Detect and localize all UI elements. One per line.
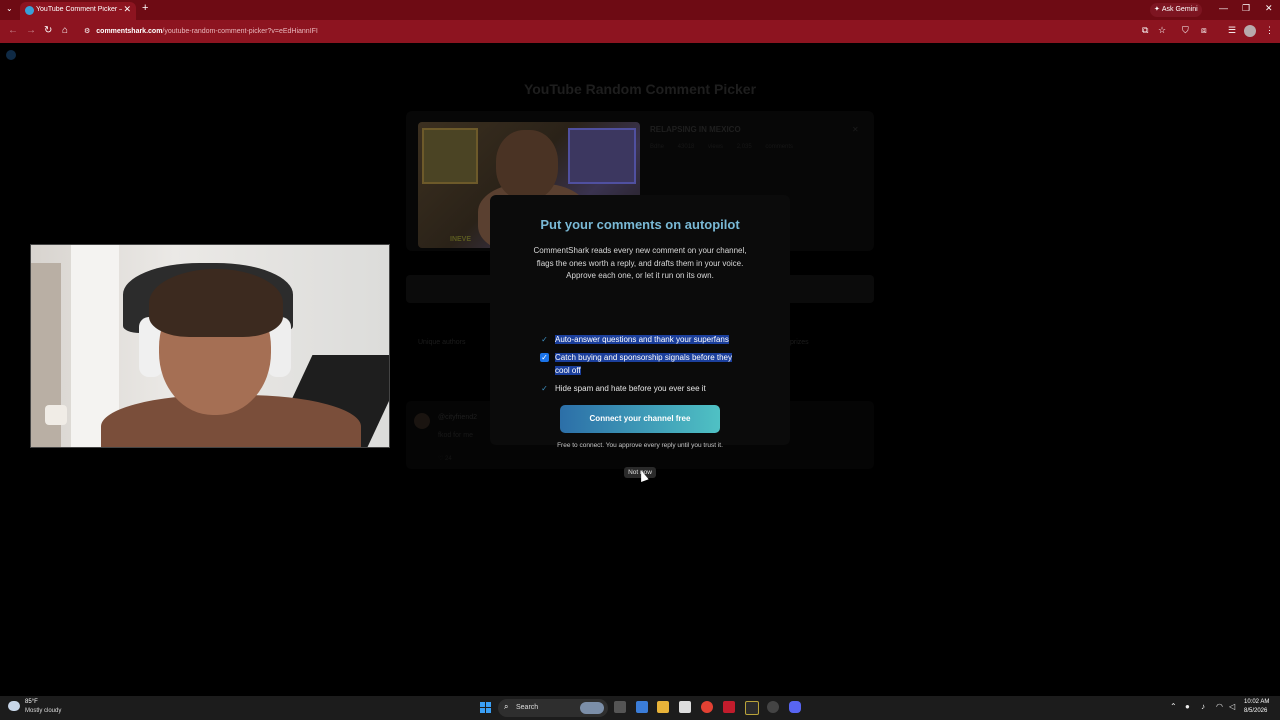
new-tab-button[interactable]: + <box>142 2 148 14</box>
comment-text: fkod for me <box>438 432 474 439</box>
tray-app-icon[interactable]: ● <box>1185 702 1190 711</box>
settings-gear-icon[interactable] <box>767 701 779 713</box>
gemini-icon: ✦ <box>1154 6 1160 13</box>
modal-title: Put your comments on autopilot <box>540 217 740 232</box>
comment-author: @cityfriend2 <box>438 414 478 421</box>
ask-gemini-button[interactable]: ✦ Ask Gemini <box>1150 3 1202 17</box>
volume-icon[interactable]: ◁ <box>1229 702 1235 711</box>
check-icon: ✓ <box>541 384 548 393</box>
checkbox-checked-icon: ✓ <box>540 353 549 362</box>
url-host: commentshark.com <box>96 28 163 35</box>
feature-label: Hide spam and hate before you ever see i… <box>555 384 706 393</box>
tab-title: YouTube Comment Picker — R <box>36 6 122 13</box>
connect-channel-button[interactable]: Connect your channel free <box>560 405 720 433</box>
windows-start-icon[interactable] <box>480 702 491 713</box>
tab-list-icon[interactable]: ⌄ <box>6 4 13 13</box>
reload-icon[interactable]: ↻ <box>44 25 52 36</box>
video-title: RELAPSING IN MEXICO <box>650 125 741 134</box>
chrome-icon[interactable] <box>701 701 713 713</box>
discord-icon[interactable] <box>789 701 801 713</box>
thumbnail-inset-image <box>422 128 478 184</box>
site-info-icon[interactable]: ⚙ <box>84 28 90 35</box>
weather-temp[interactable]: 85°F <box>25 699 38 705</box>
active-tab[interactable]: YouTube Comment Picker — R ✕ <box>20 2 136 20</box>
feature-label: Auto-answer questions and thank your sup… <box>555 335 729 344</box>
back-icon[interactable]: ← <box>8 25 18 36</box>
weather-desc[interactable]: Mostly cloudy <box>25 708 61 714</box>
webcam-person-hair <box>149 269 283 337</box>
microphone-icon[interactable]: ♪ <box>1201 702 1205 711</box>
browser-tab-bar: ⌄ YouTube Comment Picker — R ✕ + ✦Ask Ge… <box>0 0 1280 20</box>
menu-kebab-icon[interactable]: ⋮ <box>1265 25 1274 36</box>
modal-note: Free to connect. You approve every reply… <box>557 442 723 449</box>
close-window-icon[interactable]: ✕ <box>1265 3 1273 14</box>
minimize-window-icon[interactable]: — <box>1219 3 1228 13</box>
restore-window-icon[interactable]: ❐ <box>1242 3 1250 14</box>
store-icon[interactable] <box>679 701 691 713</box>
wifi-icon[interactable]: ◠ <box>1216 702 1223 711</box>
install-app-icon[interactable]: ⧉ <box>1142 25 1148 36</box>
search-icon: ⌕ <box>504 702 509 711</box>
url-path: /youtube-random-comment-picker?v=eEdHian… <box>162 28 318 35</box>
clock-time[interactable]: 10:02 AM <box>1244 699 1269 705</box>
video-meta: Bdhe 43018 views 2,035 comments <box>650 144 794 150</box>
profile-avatar[interactable] <box>1244 25 1256 37</box>
tab-close-icon[interactable]: ✕ <box>123 4 131 15</box>
cloud-icon[interactable] <box>8 701 20 711</box>
comment-likes: ♡ 24 <box>438 456 452 462</box>
modal-description: CommentShark reads every new comment on … <box>533 246 747 280</box>
bookmark-star-icon[interactable]: ☆ <box>1158 25 1166 36</box>
copilot-icon[interactable] <box>636 701 648 713</box>
browser-toolbar: ← → ↻ ⌂ ⚙ commentshark.com/youtube-random… <box>0 20 1280 43</box>
task-view-icon[interactable] <box>614 701 626 713</box>
forward-icon[interactable]: → <box>26 25 36 36</box>
comment-avatar <box>414 413 430 429</box>
pen-app-icon[interactable] <box>745 701 759 715</box>
extension-shield-icon[interactable]: ⛉ <box>1182 25 1189 36</box>
search-highlight-image <box>580 702 604 714</box>
check-icon: ✓ <box>541 335 548 344</box>
background-page-title: YouTube Random Comment Picker <box>523 81 757 97</box>
clock-date[interactable]: 8/5/2026 <box>1244 708 1267 714</box>
commentshark-favicon-icon <box>25 6 34 15</box>
feature-label: Catch buying and sponsorship signals bef… <box>555 353 732 375</box>
windows-taskbar: 85°F Mostly cloudy ⌕ Search ⌃ ● ♪ ◠ ◁ 10… <box>0 696 1280 720</box>
prizes-filter[interactable]: prizes <box>790 339 809 346</box>
thumbnail-face <box>496 130 558 200</box>
acrobat-icon[interactable] <box>723 701 735 713</box>
file-explorer-icon[interactable] <box>657 701 669 713</box>
ask-gemini-label: Ask Gemini <box>1161 6 1198 13</box>
site-logo-icon[interactable] <box>6 50 16 60</box>
tray-chevron-up-icon[interactable]: ⌃ <box>1170 702 1177 711</box>
extensions-icon[interactable]: ⧈ <box>1201 25 1207 36</box>
address-bar[interactable]: ⚙ commentshark.com/youtube-random-comment… <box>84 24 1134 39</box>
clear-video-icon[interactable]: ✕ <box>852 125 859 134</box>
thumbnail-inset-image <box>568 128 636 184</box>
reading-list-icon[interactable]: ☰ <box>1228 25 1236 36</box>
unique-authors-filter[interactable]: Unique authors <box>418 339 465 346</box>
search-label: Search <box>516 704 539 711</box>
webcam-shoes <box>45 405 67 425</box>
home-icon[interactable]: ⌂ <box>62 25 68 36</box>
taskbar-search[interactable]: ⌕ Search <box>498 699 608 717</box>
autopilot-modal: Put your comments on autopilot CommentSh… <box>490 195 790 449</box>
webcam-overlay <box>30 244 390 448</box>
thumbnail-label: INEVE <box>450 236 472 243</box>
